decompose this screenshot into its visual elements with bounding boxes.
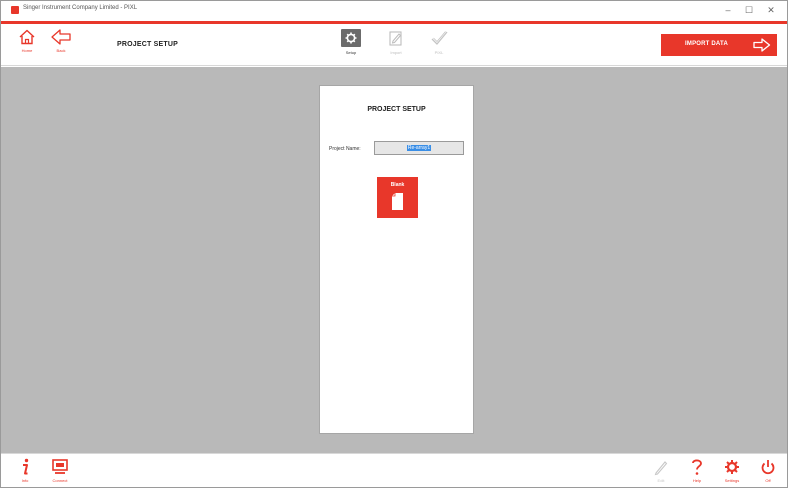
close-button[interactable]: ✕ bbox=[764, 4, 778, 16]
connect-label: Connect bbox=[52, 478, 68, 483]
top-toolbar: Home Back PROJECT SETUP Setup Import PIX… bbox=[1, 24, 787, 66]
info-button[interactable]: Info bbox=[14, 458, 36, 486]
home-icon bbox=[19, 29, 35, 45]
forward-arrow-icon bbox=[753, 38, 771, 52]
settings-label: Settings bbox=[724, 478, 740, 483]
app-window: Singer Instrument Company Limited - PIXL… bbox=[0, 0, 788, 488]
settings-button[interactable]: Settings bbox=[721, 458, 743, 486]
maximize-button[interactable]: ☐ bbox=[742, 4, 756, 16]
blank-template-tile[interactable]: Blank bbox=[377, 177, 418, 218]
window-title: Singer Instrument Company Limited - PIXL bbox=[23, 5, 138, 11]
help-label: Help bbox=[692, 478, 702, 483]
power-icon bbox=[761, 460, 775, 475]
project-name-input[interactable]: Re-array1 bbox=[374, 141, 464, 155]
edit-button[interactable]: Edit bbox=[650, 458, 672, 486]
monitor-icon bbox=[52, 459, 68, 474]
minimize-button[interactable]: – bbox=[721, 4, 735, 16]
bottom-toolbar: Info Connect Edit Help Settings Off bbox=[1, 453, 787, 487]
blank-tile-label: Blank bbox=[390, 182, 405, 188]
step-pixl[interactable]: PIXL bbox=[422, 28, 456, 64]
edit-label: Edit bbox=[657, 478, 665, 483]
info-icon bbox=[23, 458, 29, 475]
back-label: Back bbox=[56, 48, 66, 53]
panel-title: PROJECT SETUP bbox=[367, 106, 426, 113]
workspace: PROJECT SETUP Project Name: Re-array1 Bl… bbox=[1, 67, 787, 453]
back-button[interactable]: Back bbox=[48, 28, 74, 62]
connect-button[interactable]: Connect bbox=[49, 458, 71, 486]
title-bar: Singer Instrument Company Limited - PIXL… bbox=[1, 1, 787, 21]
step-pixl-label: PIXL bbox=[434, 50, 444, 55]
home-label: Home bbox=[21, 48, 33, 53]
import-data-label: IMPORT DATA bbox=[685, 41, 728, 47]
edit-document-icon bbox=[389, 31, 402, 46]
step-import[interactable]: Import bbox=[379, 28, 413, 64]
blank-document-icon bbox=[392, 193, 403, 210]
home-button[interactable]: Home bbox=[14, 28, 40, 62]
off-label: Off bbox=[765, 478, 771, 483]
step-setup-label: Setup bbox=[345, 50, 357, 55]
project-name-value: Re-array1 bbox=[406, 145, 432, 151]
gear-icon bbox=[725, 460, 739, 474]
project-setup-panel: PROJECT SETUP Project Name: Re-array1 Bl… bbox=[319, 85, 474, 434]
question-icon bbox=[692, 459, 702, 475]
project-name-label: Project Name: bbox=[329, 146, 361, 152]
step-import-label: Import bbox=[390, 50, 402, 55]
power-button[interactable]: Off bbox=[757, 458, 779, 486]
pencil-icon bbox=[654, 461, 668, 476]
checkmark-icon bbox=[431, 31, 448, 45]
back-arrow-icon bbox=[51, 29, 71, 45]
page-title: PROJECT SETUP bbox=[117, 41, 178, 48]
app-logo-icon bbox=[11, 6, 19, 14]
help-button[interactable]: Help bbox=[686, 458, 708, 486]
step-setup[interactable]: Setup bbox=[334, 28, 368, 64]
info-label: Info bbox=[21, 478, 29, 483]
gear-icon bbox=[345, 32, 357, 44]
import-data-button[interactable]: IMPORT DATA bbox=[661, 34, 777, 56]
